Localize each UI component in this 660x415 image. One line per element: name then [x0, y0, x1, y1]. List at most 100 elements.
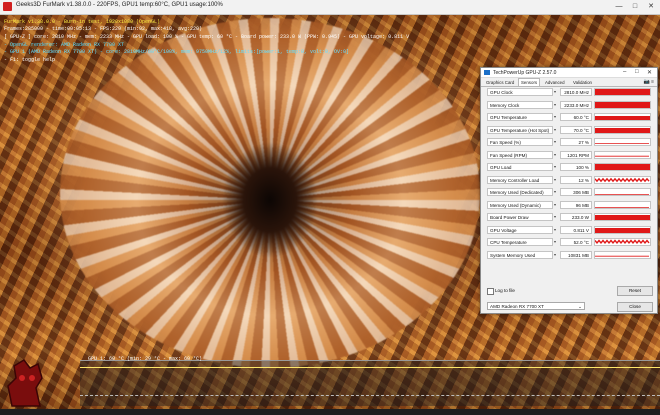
sensor-row: Memory Clock ▾ 2233.0 MHz	[487, 100, 651, 110]
sensor-value: 12 %	[560, 175, 592, 184]
sensor-label: GPU Temperature (Hot Spot)	[487, 125, 553, 134]
chevron-down-icon[interactable]: ▾	[554, 227, 559, 233]
sensor-graph	[594, 188, 651, 196]
gpuz-tab-bar: Graphics Card Sensors Advanced Validatio…	[481, 78, 657, 87]
sensor-row: GPU Voltage ▾ 0.811 V	[487, 225, 651, 235]
sensor-label: Memory Used (Dynamic)	[487, 200, 553, 209]
sensor-row: Memory Used (Dynamic) ▾ 96 MB	[487, 200, 651, 210]
sensor-label: GPU Temperature	[487, 113, 553, 121]
sensor-graph	[594, 88, 651, 96]
sensor-value: 233.0 W	[560, 213, 592, 221]
maximize-button[interactable]: □	[628, 1, 642, 13]
sensor-label: Board Power Draw	[487, 213, 553, 221]
sensor-row: System Memory Used ▾ 10831 MB	[487, 250, 651, 260]
chevron-down-icon[interactable]: ▾	[554, 114, 559, 120]
gpuz-maximize-button[interactable]: □	[635, 69, 639, 75]
gpuz-titlebar[interactable]: TechPowerUp GPU-Z 2.57.0 – □ ✕	[481, 68, 657, 78]
sensor-value: 96 MB	[560, 200, 592, 209]
gpuz-toolbar-icons[interactable]: 📷 ≡	[643, 79, 654, 85]
sensor-graph	[594, 225, 651, 234]
sensor-row: Memory Used (Dedicated) ▾ 306 MB	[487, 187, 651, 197]
tab-advanced[interactable]: Advanced	[543, 79, 567, 86]
sensor-graph-line	[595, 206, 649, 208]
gpuz-window[interactable]: TechPowerUp GPU-Z 2.57.0 – □ ✕ Graphics …	[480, 67, 658, 314]
furmark-logo-icon	[7, 359, 43, 407]
sensor-row: GPU Temperature (Hot Spot) ▾ 70.0 °C	[487, 125, 651, 135]
chevron-down-icon[interactable]: ▾	[554, 252, 559, 258]
tab-validation[interactable]: Validation	[571, 79, 594, 86]
sensor-value: 0.811 V	[560, 225, 592, 234]
sensor-label: Fan Speed (RPM)	[487, 150, 553, 159]
overlay-line-frames: Frames:285000 - time:00:05:13 - FPS:220 …	[4, 26, 203, 32]
tab-sensors[interactable]: Sensors	[518, 78, 541, 86]
sensor-value: 70.0 °C	[560, 125, 592, 134]
sensor-label: GPU Clock	[487, 88, 553, 96]
chevron-down-icon[interactable]: ▾	[554, 189, 559, 195]
chevron-down-icon[interactable]: ▾	[554, 152, 559, 158]
gpuz-title: TechPowerUp GPU-Z 2.57.0	[493, 70, 557, 76]
chevron-down-icon[interactable]: ▾	[554, 89, 559, 95]
temperature-graph-line	[80, 367, 660, 368]
sensor-graph	[594, 113, 651, 121]
furmark-app-icon	[3, 2, 12, 11]
sensor-graph-fill	[595, 228, 650, 233]
sensor-graph	[594, 100, 651, 109]
device-select-value: AMD Radeon RX 7700 XT	[490, 304, 544, 309]
reset-button[interactable]: Reset	[617, 286, 653, 296]
close-button-gpuz[interactable]: Close	[617, 302, 653, 312]
sensor-graph-line	[595, 177, 650, 182]
sensor-row: Fan Speed (RPM) ▾ 1201 RPM	[487, 150, 651, 160]
sensor-row: Board Power Draw ▾ 233.0 W	[487, 212, 651, 222]
temperature-graph-label: GPU 1: 60 °C (min: 29 °C - max: 60 °C)	[88, 356, 203, 362]
sensor-row: GPU Clock ▾ 2810.0 MHz	[487, 87, 651, 97]
log-to-file-checkbox[interactable]	[487, 288, 494, 295]
sensor-graph-fill	[595, 164, 650, 170]
sensor-label: System Memory Used	[487, 250, 553, 259]
chevron-down-icon[interactable]: ▾	[554, 102, 559, 108]
gpuz-app-icon	[484, 70, 490, 75]
chevron-down-icon[interactable]: ▾	[554, 127, 559, 133]
sensor-graph	[594, 238, 651, 246]
chevron-down-icon[interactable]: ▾	[554, 202, 559, 208]
overlay-line-help: - F1: toggle help	[4, 57, 56, 63]
sensor-label: GPU Voltage	[487, 225, 553, 234]
sensor-graph-line	[595, 239, 650, 244]
sensor-label: Fan Speed (%)	[487, 138, 553, 146]
chevron-down-icon[interactable]: ▾	[554, 164, 559, 170]
sensor-label: Memory Controller Load	[487, 175, 553, 184]
overlay-line-renderer: - OpenGL renderer: AMD Radeon RX 7700 XT	[4, 42, 125, 48]
minimize-button[interactable]: —	[612, 1, 626, 13]
chevron-down-icon[interactable]: ▾	[554, 214, 559, 220]
chevron-down-icon[interactable]: ▾	[554, 239, 559, 245]
sensor-value: 10831 MB	[560, 250, 592, 259]
window-titlebar[interactable]: Geeks3D FurMark v1.38.0.0 - 220FPS, GPU1…	[0, 0, 660, 15]
sensor-row: Memory Controller Load ▾ 12 %	[487, 175, 651, 185]
chevron-down-icon: ⌄	[578, 304, 582, 309]
sensor-graph	[594, 125, 651, 134]
sensor-graph-fill	[595, 214, 650, 220]
sensor-graph	[594, 150, 651, 159]
chevron-down-icon[interactable]: ▾	[554, 177, 559, 183]
gpuz-device-row: AMD Radeon RX 7700 XT ⌄ Close	[487, 302, 653, 312]
sensor-value: 60.0 °C	[560, 113, 592, 121]
gpuz-close-icon[interactable]: ✕	[647, 69, 652, 76]
tab-graphics-card[interactable]: Graphics Card	[484, 79, 516, 86]
sensor-label: Memory Used (Dedicated)	[487, 188, 553, 196]
sensor-label: Memory Clock	[487, 100, 553, 109]
sensor-value: 100 %	[560, 163, 592, 171]
sensor-graph	[594, 175, 651, 184]
overlay-line-gpuz: [ GPU-Z ] core: 2810 MHz - mem: 2233 MHz…	[4, 34, 410, 40]
sensor-graph-line	[595, 155, 649, 157]
gpuz-minimize-button[interactable]: –	[623, 69, 626, 75]
sensor-value: 52.0 °C	[560, 238, 592, 246]
close-button[interactable]: ✕	[644, 1, 658, 13]
sensor-row: GPU Load ▾ 100 %	[487, 162, 651, 172]
sensor-value: 2233.0 MHz	[560, 100, 592, 109]
bottom-strip	[0, 409, 660, 415]
device-select[interactable]: AMD Radeon RX 7700 XT ⌄	[487, 302, 585, 310]
sensor-row: CPU Temperature ▾ 52.0 °C	[487, 237, 651, 247]
sensor-label: CPU Temperature	[487, 238, 553, 246]
chevron-down-icon[interactable]: ▾	[554, 139, 559, 145]
log-to-file-label: Log to file	[495, 288, 515, 293]
window-title: Geeks3D FurMark v1.38.0.0 - 220FPS, GPU1…	[16, 2, 223, 8]
